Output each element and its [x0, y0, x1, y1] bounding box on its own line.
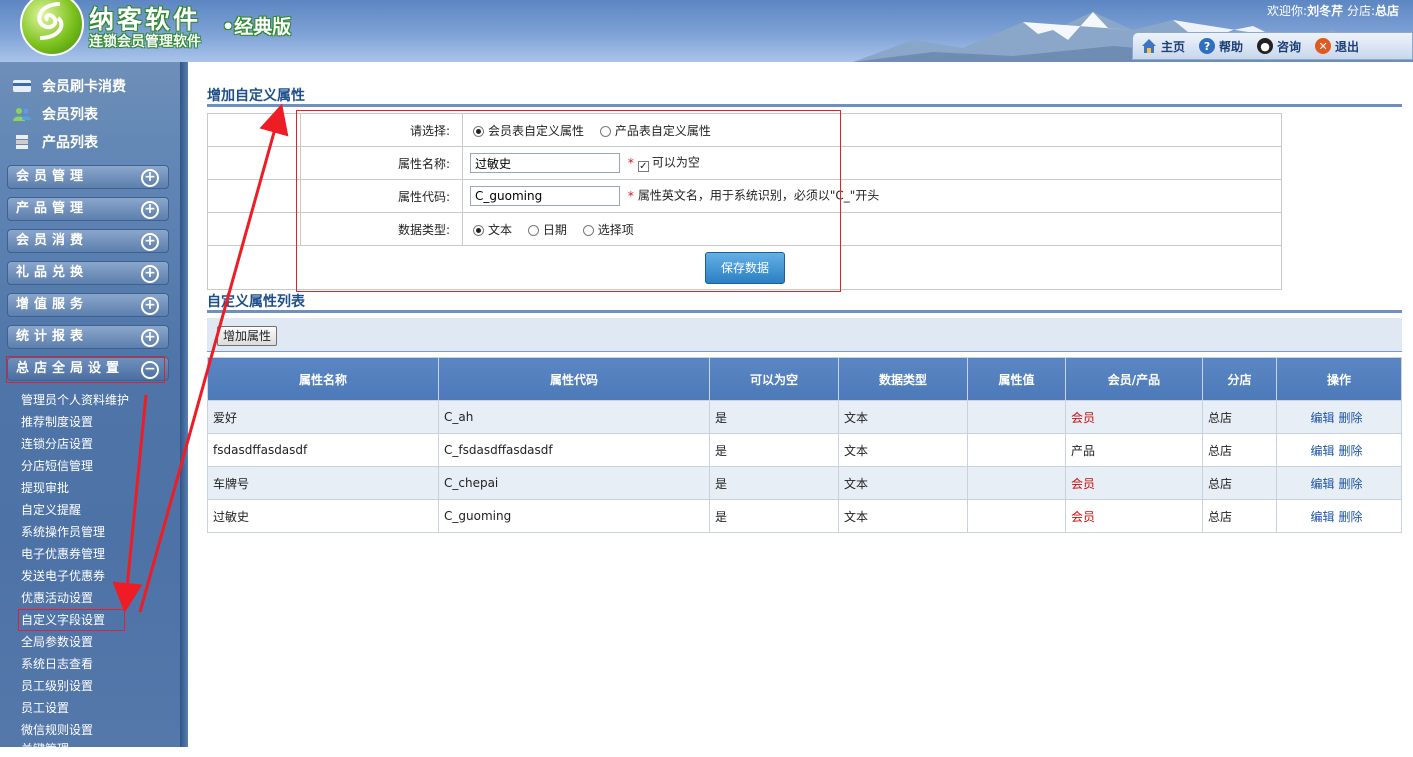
arrow-down-icon: [112, 394, 148, 613]
arrow-up-icon: [138, 103, 289, 613]
annotation-arrows: [112, 103, 289, 613]
